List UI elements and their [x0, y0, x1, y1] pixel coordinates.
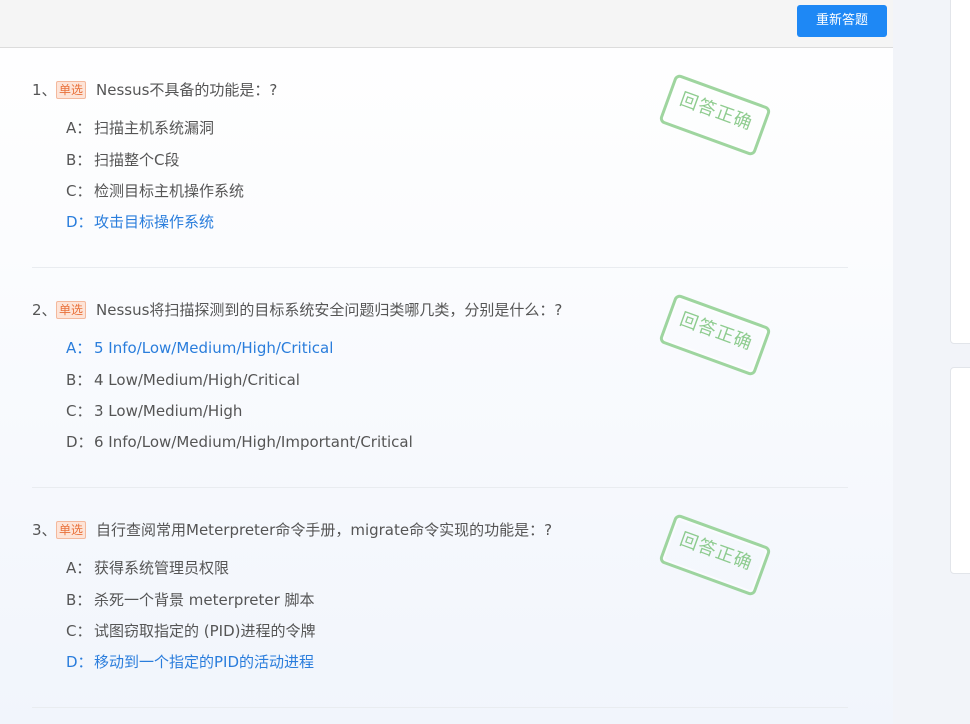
single-choice-badge: 单选: [56, 301, 87, 319]
option-c[interactable]: C： 试图窃取指定的 (PID)进程的令牌: [66, 621, 316, 641]
top-toolbar: 重新答题: [0, 0, 893, 48]
option-d-selected[interactable]: D：攻击目标操作系统: [66, 212, 214, 232]
question-text: Nessus将扫描探测到的目标系统安全问题归类哪几类，分别是什么：?: [96, 301, 563, 319]
option-b[interactable]: B： 扫描整个C段: [66, 150, 179, 170]
question-divider: [32, 707, 848, 708]
option-b[interactable]: B： 杀死一个背景 meterpreter 脚本: [66, 590, 315, 610]
option-a[interactable]: A： 扫描主机系统漏洞: [66, 118, 214, 138]
question-title: 1、 单选 Nessus不具备的功能是：?: [32, 79, 277, 101]
option-a[interactable]: A： 获得系统管理员权限: [66, 558, 229, 578]
option-c[interactable]: C： 检测目标主机操作系统: [66, 181, 244, 201]
question-number: 3、: [32, 521, 57, 539]
side-card: [950, 0, 970, 344]
question-title: 3、 单选 自行查阅常用Meterpreter命令手册，migrate命令实现的功能…: [32, 519, 552, 541]
retake-button[interactable]: 重新答题: [797, 5, 887, 37]
question-text: 自行查阅常用Meterpreter命令手册，migrate命令实现的功能是：?: [96, 521, 553, 539]
correct-answer-stamp: 回答正确: [658, 293, 772, 377]
question-number: 1、: [32, 81, 57, 99]
quiz-main: 重新答题 1、 单选 Nessus不具备的功能是：? A： 扫描主机系统漏洞 B： 扫描…: [0, 0, 893, 724]
question-divider: [32, 487, 848, 488]
option-c[interactable]: C： 3 Low/Medium/High: [66, 401, 242, 421]
single-choice-badge: 单选: [56, 81, 87, 99]
side-card: [950, 367, 970, 574]
right-side-panel: [930, 0, 970, 724]
question-title: 2、 单选 Nessus将扫描探测到的目标系统安全问题归类哪几类，分别是什么：?: [32, 299, 562, 321]
correct-answer-stamp: 回答正确: [658, 73, 772, 157]
single-choice-badge: 单选: [56, 521, 87, 539]
question-number: 2、: [32, 301, 57, 319]
option-d[interactable]: D：6 Info/Low/Medium/High/Important/Criti…: [66, 432, 413, 452]
option-b[interactable]: B： 4 Low/Medium/High/Critical: [66, 370, 300, 390]
option-a-selected[interactable]: A： 5 Info/Low/Medium/High/Critical: [66, 338, 333, 358]
option-d-selected[interactable]: D：移动到一个指定的PID的活动进程: [66, 652, 314, 672]
correct-answer-stamp: 回答正确: [658, 513, 772, 597]
question-divider: [32, 267, 848, 268]
question-text: Nessus不具备的功能是：?: [96, 81, 278, 99]
